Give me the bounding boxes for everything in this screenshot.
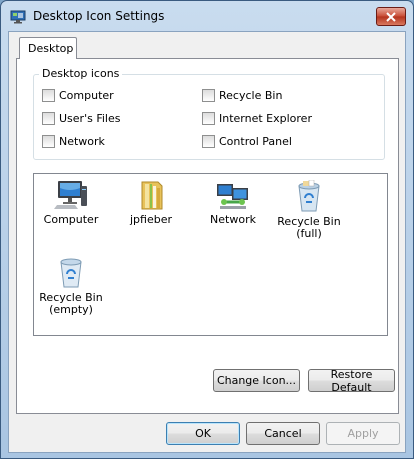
icon-label: Network bbox=[210, 213, 256, 226]
checkbox-box[interactable] bbox=[42, 89, 55, 102]
icon-label: Computer bbox=[43, 213, 99, 226]
icon-item-computer[interactable]: Computer bbox=[36, 180, 106, 226]
checkbox-internet-explorer[interactable]: Internet Explorer bbox=[202, 112, 312, 125]
icon-item-network[interactable]: Network bbox=[198, 180, 268, 226]
window-title: Desktop Icon Settings bbox=[33, 9, 165, 23]
checkbox-box[interactable] bbox=[42, 112, 55, 125]
icon-list[interactable]: Computer jpfieber Network Recycle Bin (f… bbox=[33, 173, 388, 336]
close-button[interactable] bbox=[376, 7, 406, 26]
checkbox-users-files[interactable]: User's Files bbox=[42, 112, 120, 125]
desktop-icons-group: Desktop icons Computer User's Files Netw… bbox=[33, 67, 385, 160]
title-bar[interactable]: Desktop Icon Settings bbox=[1, 1, 413, 31]
checkbox-box[interactable] bbox=[202, 112, 215, 125]
checkbox-label: User's Files bbox=[59, 112, 121, 125]
checkbox-recycle-bin[interactable]: Recycle Bin bbox=[202, 89, 282, 102]
tab-desktop[interactable]: Desktop bbox=[19, 37, 77, 59]
checkbox-network[interactable]: Network bbox=[42, 135, 105, 148]
icon-item-user-folder[interactable]: jpfieber bbox=[116, 180, 186, 226]
icon-item-recycle-bin-empty[interactable]: Recycle Bin (empty) bbox=[36, 256, 106, 316]
checkbox-box[interactable] bbox=[202, 135, 215, 148]
desktop-settings-icon bbox=[10, 10, 26, 24]
checkbox-label: Network bbox=[59, 135, 105, 148]
checkbox-box[interactable] bbox=[202, 89, 215, 102]
recycle-bin-full-icon bbox=[298, 180, 320, 212]
dialog-window: Desktop Icon Settings Desktop Desktop ic… bbox=[0, 0, 414, 459]
icon-label-secondary: (empty) bbox=[49, 303, 93, 316]
apply-button[interactable]: Apply bbox=[326, 422, 400, 445]
checkbox-label: Recycle Bin bbox=[219, 89, 283, 102]
computer-icon bbox=[54, 181, 87, 209]
icon-item-recycle-bin-full[interactable]: Recycle Bin (full) bbox=[274, 180, 344, 240]
tab-label: Desktop bbox=[28, 42, 74, 55]
checkbox-computer[interactable]: Computer bbox=[42, 89, 114, 102]
icon-label-secondary: (full) bbox=[296, 227, 322, 240]
checkbox-box[interactable] bbox=[42, 135, 55, 148]
icon-label: jpfieber bbox=[129, 213, 172, 226]
ok-button[interactable]: OK bbox=[166, 422, 240, 445]
checkbox-label: Computer bbox=[59, 89, 114, 102]
tab-panel: Desktop icons Computer User's Files Netw… bbox=[16, 58, 399, 414]
checkbox-label: Control Panel bbox=[219, 135, 292, 148]
checkbox-control-panel[interactable]: Control Panel bbox=[202, 135, 292, 148]
checkbox-label: Internet Explorer bbox=[219, 112, 312, 125]
recycle-bin-empty-icon bbox=[60, 258, 82, 288]
restore-default-button[interactable]: Restore Default bbox=[308, 368, 395, 394]
group-legend: Desktop icons bbox=[39, 67, 123, 80]
close-icon bbox=[386, 11, 396, 22]
dialog-client: Desktop Desktop icons Computer User's Fi… bbox=[8, 31, 406, 453]
cancel-button[interactable]: Cancel bbox=[246, 422, 320, 445]
change-icon-button[interactable]: Change Icon... bbox=[213, 369, 300, 392]
user-folder-icon bbox=[141, 181, 163, 210]
network-icon bbox=[217, 184, 248, 209]
